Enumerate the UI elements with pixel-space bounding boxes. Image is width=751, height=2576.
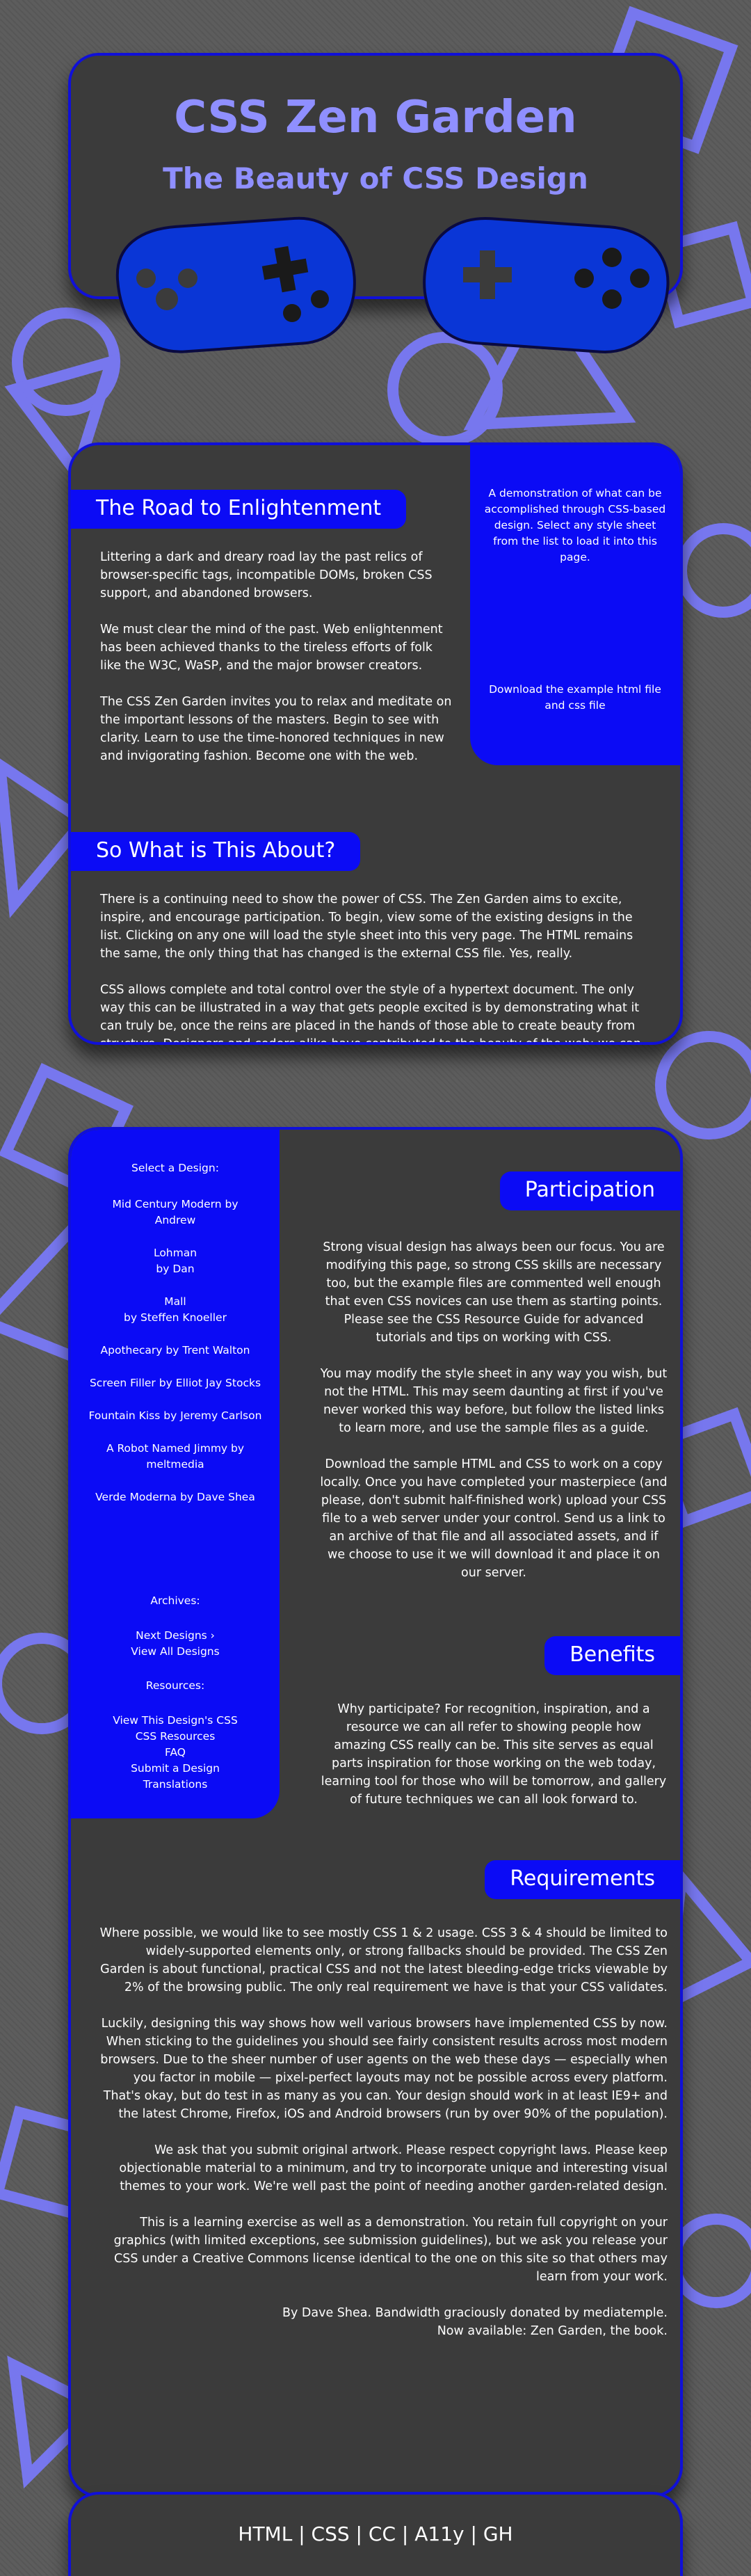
design-author[interactable]: Andrew xyxy=(155,1214,196,1226)
design-item[interactable]: Mid Century Modern by Andrew xyxy=(81,1197,270,1229)
design-by: by xyxy=(165,1344,179,1357)
right-gamepad-icon xyxy=(423,217,670,353)
preamble-paragraph: Littering a dark and dreary road lay the… xyxy=(100,550,433,600)
submit-design-link[interactable]: Submit a Design xyxy=(81,1761,270,1777)
footer-separator: | xyxy=(349,2522,369,2545)
design-by: by xyxy=(124,1311,138,1324)
requirements-paragraph: Luckily, designing this way shows how we… xyxy=(100,2017,668,2121)
design-name[interactable]: Screen Filler xyxy=(90,1377,156,1389)
preamble-paragraph: The CSS Zen Garden invites you to relax … xyxy=(100,695,452,763)
design-name[interactable]: Fountain Kiss xyxy=(89,1409,161,1422)
site-title: CSS Zen Garden xyxy=(174,92,577,143)
design-author[interactable]: Jeremy Carlson xyxy=(180,1409,261,1422)
design-author[interactable]: Steffen Knoeller xyxy=(140,1311,227,1324)
bg-circle-shape xyxy=(676,523,751,618)
preamble-text: Littering a dark and dreary road lay the… xyxy=(100,548,455,783)
participation-heading: Participation xyxy=(499,1171,680,1210)
design-name[interactable]: Lohman xyxy=(154,1247,197,1259)
explanation-text: There is a continuing need to show the p… xyxy=(100,890,656,1045)
footer-link-a11y[interactable]: A11y xyxy=(414,2522,464,2545)
preamble-paragraph: We must clear the mind of the past. Web … xyxy=(100,623,443,673)
footer-separator: | xyxy=(464,2522,483,2545)
design-name[interactable]: Mall xyxy=(164,1295,186,1308)
bg-circle-shape xyxy=(669,2214,751,2308)
resources-heading: Resources: xyxy=(145,1679,205,1692)
requirements-heading: Requirements xyxy=(485,1860,680,1899)
design-by: by xyxy=(159,1377,172,1389)
design-by: by xyxy=(231,1442,245,1455)
archives-heading: Archives: xyxy=(150,1594,200,1607)
design-item[interactable]: Verde Moderna by Dave Shea xyxy=(81,1489,270,1505)
design-author[interactable]: Trent Walton xyxy=(182,1344,250,1357)
requirements-paragraph: We ask that you submit original artwork.… xyxy=(119,2143,668,2193)
archives-list: Next Designs › View All Designs xyxy=(81,1628,270,1660)
design-name[interactable]: Apothecary xyxy=(101,1344,163,1357)
left-gamepad-icon xyxy=(115,216,356,353)
design-item[interactable]: Mall by Steffen Knoeller xyxy=(81,1294,270,1326)
design-item[interactable]: Screen Filler by Elliot Jay Stocks xyxy=(81,1375,270,1391)
requirements-paragraph: Where possible, we would like to see mos… xyxy=(99,1926,668,1994)
benefits-heading: Benefits xyxy=(544,1636,680,1675)
requirements-paragraph: This is a learning exercise as well as a… xyxy=(113,2216,668,2284)
explanation-heading: So What is This About? xyxy=(71,832,361,871)
credits: By Dave Shea. Bandwidth graciously donat… xyxy=(99,2304,668,2340)
bg-circle-shape xyxy=(655,1031,751,1139)
design-item[interactable]: A Robot Named Jimmy by meltmedia xyxy=(81,1441,270,1473)
main-section: Select a Design: Mid Century Modern by An… xyxy=(68,1127,683,2497)
footer-link-gh[interactable]: GH xyxy=(483,2522,513,2545)
design-item[interactable]: Apothecary by Trent Walton xyxy=(81,1343,270,1359)
footer-link-html[interactable]: HTML xyxy=(238,2522,292,2545)
select-design-heading: Select a Design: xyxy=(131,1162,219,1174)
design-author[interactable]: Dan xyxy=(172,1263,194,1275)
design-item[interactable]: Fountain Kiss by Jeremy Carlson xyxy=(81,1408,270,1424)
summary-box: A demonstration of what can be accomplis… xyxy=(470,445,680,765)
design-author[interactable]: meltmedia xyxy=(146,1458,204,1471)
view-css-link[interactable]: View This Design's CSS xyxy=(81,1713,270,1729)
design-name[interactable]: Verde Moderna xyxy=(95,1491,177,1503)
participation-paragraph: Strong visual design has always been our… xyxy=(323,1240,665,1345)
view-all-designs-link[interactable]: View All Designs xyxy=(81,1644,270,1660)
css-resources-link[interactable]: CSS Resources xyxy=(81,1729,270,1745)
book-line: Now available: Zen Garden, the book. xyxy=(437,2324,668,2338)
design-by: by xyxy=(180,1491,194,1503)
resources-list: View This Design's CSS CSS Resources FAQ… xyxy=(81,1713,270,1793)
download-link[interactable]: Download the example html file and css f… xyxy=(484,682,666,714)
footer-separator: | xyxy=(292,2522,312,2545)
footer-separator: | xyxy=(396,2522,415,2545)
footer-link-cc[interactable]: CC xyxy=(369,2522,396,2545)
design-by: by xyxy=(225,1198,239,1210)
design-author[interactable]: Dave Shea xyxy=(197,1491,255,1503)
design-by: by xyxy=(156,1263,170,1275)
site-footer: HTML | CSS | CC | A11y | GH xyxy=(68,2492,683,2576)
design-sidebar: Select a Design: Mid Century Modern by An… xyxy=(71,1130,280,1818)
summary-text: A demonstration of what can be accomplis… xyxy=(484,487,666,563)
benefits-paragraph: Why participate? For recognition, inspir… xyxy=(321,1702,667,1807)
credits-line: By Dave Shea. Bandwidth graciously donat… xyxy=(282,2306,668,2320)
preamble-heading: The Road to Enlightenment xyxy=(71,490,407,529)
next-designs-link[interactable]: Next Designs › xyxy=(81,1628,270,1644)
requirements-text: Where possible, we would like to see mos… xyxy=(99,1924,668,2340)
design-author[interactable]: Elliot Jay Stocks xyxy=(176,1377,261,1389)
translations-link[interactable]: Translations xyxy=(81,1777,270,1793)
design-item[interactable]: Lohman by Dan xyxy=(81,1245,270,1277)
footer-link-css[interactable]: CSS xyxy=(312,2522,350,2545)
design-list: Mid Century Modern by Andrew Lohman by Dan… xyxy=(81,1197,270,1522)
benefits-text: Why participate? For recognition, inspir… xyxy=(320,1700,668,1827)
participation-paragraph: You may modify the style sheet in any wa… xyxy=(320,1367,668,1435)
faq-link[interactable]: FAQ xyxy=(81,1745,270,1761)
design-by: by xyxy=(163,1409,177,1422)
design-name[interactable]: A Robot Named Jimmy xyxy=(106,1442,227,1455)
gamepad-illustration xyxy=(115,216,670,353)
explanation-paragraph: CSS allows complete and total control ov… xyxy=(100,983,642,1045)
participation-paragraph: Download the sample HTML and CSS to work… xyxy=(320,1457,668,1580)
explanation-paragraph: There is a continuing need to show the p… xyxy=(100,893,633,961)
participation-text: Strong visual design has always been our… xyxy=(320,1238,668,1600)
design-name[interactable]: Mid Century Modern xyxy=(112,1198,221,1210)
intro-section: A demonstration of what can be accomplis… xyxy=(68,442,683,1045)
footer-links: HTML | CSS | CC | A11y | GH xyxy=(71,2522,680,2545)
site-tagline: The Beauty of CSS Design xyxy=(163,161,588,195)
